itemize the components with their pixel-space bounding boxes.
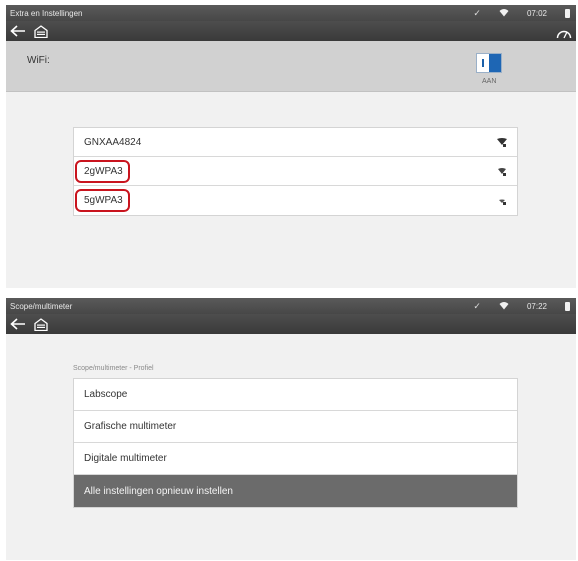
profile-item-label: Digitale multimeter (84, 453, 167, 464)
wifi-toggle[interactable] (476, 53, 502, 73)
profile-list: Labscope Grafische multimeter Digitale m… (73, 378, 518, 508)
wifi-network-item[interactable]: 5gWPA3 (74, 186, 517, 215)
home-icon[interactable] (34, 22, 48, 40)
section-label: Scope/multimeter - Profiel (73, 365, 154, 372)
signal-icon (497, 167, 507, 180)
wifi-network-item[interactable]: 2gWPA3 (74, 157, 517, 186)
wifi-network-item[interactable]: GNXAA4824 (74, 128, 517, 157)
wifi-label: WiFi: (27, 55, 50, 66)
profile-item-labscope[interactable]: Labscope (74, 379, 517, 411)
network-name: 2gWPA3 (75, 159, 130, 183)
gauge-icon[interactable] (556, 24, 572, 42)
status-bar-title: Scope/multimeter (10, 301, 73, 311)
download-check-icon: ✓ (473, 300, 481, 311)
back-arrow-icon[interactable] (10, 315, 26, 333)
reset-all-settings-item[interactable]: Alle instellingen opnieuw instellen (74, 475, 517, 507)
signal-icon (497, 196, 507, 209)
wifi-network-list: GNXAA4824 2gWPA3 5gWPA3 (73, 127, 518, 216)
navigation-bar (6, 21, 576, 41)
network-name: 5gWPA3 (75, 189, 130, 212)
signal-icon (497, 138, 507, 151)
wifi-settings-screen: Extra en Instellingen ✓ 07:02 WiFi: AAN (6, 5, 576, 288)
profile-item-label: Grafische multimeter (84, 421, 177, 432)
download-check-icon: ✓ (473, 7, 481, 18)
wifi-setting-row: WiFi: AAN (6, 41, 576, 92)
battery-icon (565, 8, 570, 18)
profile-item-digital-multimeter[interactable]: Digitale multimeter (74, 443, 517, 475)
wifi-toggle-state: AAN (482, 78, 497, 85)
status-bar: Extra en Instellingen ✓ 07:02 (6, 5, 576, 21)
home-icon[interactable] (34, 315, 48, 333)
profile-item-label: Labscope (84, 389, 128, 400)
status-bar: Scope/multimeter ✓ 07:22 (6, 298, 576, 314)
network-name: GNXAA4824 (84, 136, 142, 148)
status-bar-title: Extra en Instellingen (10, 8, 83, 18)
wifi-status-icon (499, 301, 509, 312)
status-clock: 07:02 (526, 8, 547, 18)
profile-item-label: Alle instellingen opnieuw instellen (84, 485, 233, 497)
battery-icon (565, 301, 570, 311)
scope-multimeter-screen: Scope/multimeter ✓ 07:22 Scope/multimete… (6, 298, 576, 560)
back-arrow-icon[interactable] (10, 22, 26, 40)
navigation-bar (6, 314, 576, 334)
profile-item-graphic-multimeter[interactable]: Grafische multimeter (74, 411, 517, 443)
status-clock: 07:22 (526, 301, 547, 311)
wifi-status-icon (499, 8, 509, 19)
